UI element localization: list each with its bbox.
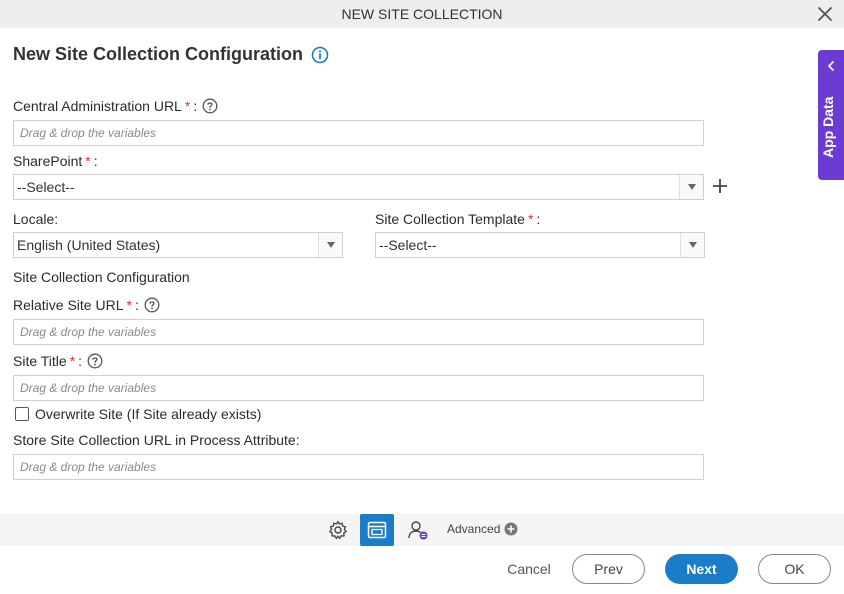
prev-button[interactable]: Prev: [572, 554, 645, 584]
app-data-tab[interactable]: App Data: [818, 50, 844, 180]
central-admin-url-input[interactable]: Drag & drop the variables: [13, 120, 704, 146]
info-icon[interactable]: [311, 46, 329, 64]
chevron-down-icon[interactable]: [318, 233, 342, 257]
locale-label: Locale:: [13, 211, 59, 227]
window-icon: [367, 521, 387, 539]
relative-site-url-input[interactable]: Drag & drop the variables: [13, 319, 704, 345]
sharepoint-select[interactable]: --Select--: [13, 174, 704, 200]
ok-button[interactable]: OK: [758, 554, 831, 584]
central-admin-url-label: Central Administration URL *:: [13, 98, 218, 114]
store-url-input[interactable]: Drag & drop the variables: [13, 454, 704, 480]
advanced-label: Advanced: [447, 522, 501, 536]
dialog-titlebar: NEW SITE COLLECTION: [0, 0, 844, 28]
site-collection-template-label: Site Collection Template *:: [375, 211, 541, 227]
overwrite-site-row[interactable]: Overwrite Site (If Site already exists): [15, 406, 261, 422]
user-settings-icon: [408, 521, 428, 540]
site-title-input[interactable]: Drag & drop the variables: [13, 375, 704, 401]
add-icon[interactable]: [711, 177, 729, 195]
user-settings-tool[interactable]: [401, 514, 435, 546]
site-collection-template-select[interactable]: --Select--: [375, 232, 705, 258]
help-icon[interactable]: [144, 297, 160, 313]
chevron-down-icon[interactable]: [679, 175, 703, 199]
gear-icon: [329, 520, 347, 540]
page-title: New Site Collection Configuration: [13, 44, 329, 65]
help-icon[interactable]: [87, 353, 103, 369]
plus-circle-icon: [504, 522, 518, 536]
chevron-left-icon: [827, 61, 834, 71]
site-title-label: Site Title *:: [13, 353, 103, 369]
page-title-text: New Site Collection Configuration: [13, 44, 304, 64]
locale-select[interactable]: English (United States): [13, 232, 343, 258]
cancel-button[interactable]: Cancel: [497, 554, 561, 584]
overwrite-site-label: Overwrite Site (If Site already exists): [35, 406, 262, 422]
help-icon[interactable]: [202, 98, 218, 114]
store-url-label: Store Site Collection URL in Process Att…: [13, 432, 300, 448]
sharepoint-label: SharePoint *:: [13, 153, 98, 169]
overwrite-site-checkbox[interactable]: [15, 407, 29, 421]
chevron-down-icon[interactable]: [680, 233, 704, 257]
bottom-toolbar: Advanced: [0, 514, 844, 546]
close-icon[interactable]: [816, 5, 834, 23]
form-tool[interactable]: [360, 514, 394, 546]
settings-tool[interactable]: [321, 514, 355, 546]
next-button[interactable]: Next: [665, 554, 738, 584]
relative-site-url-label: Relative Site URL *:: [13, 297, 160, 313]
dialog-title: NEW SITE COLLECTION: [341, 6, 503, 22]
site-collection-config-section: Site Collection Configuration: [13, 269, 190, 285]
app-data-label: App Data: [820, 96, 836, 158]
advanced-toggle[interactable]: Advanced: [447, 522, 518, 536]
